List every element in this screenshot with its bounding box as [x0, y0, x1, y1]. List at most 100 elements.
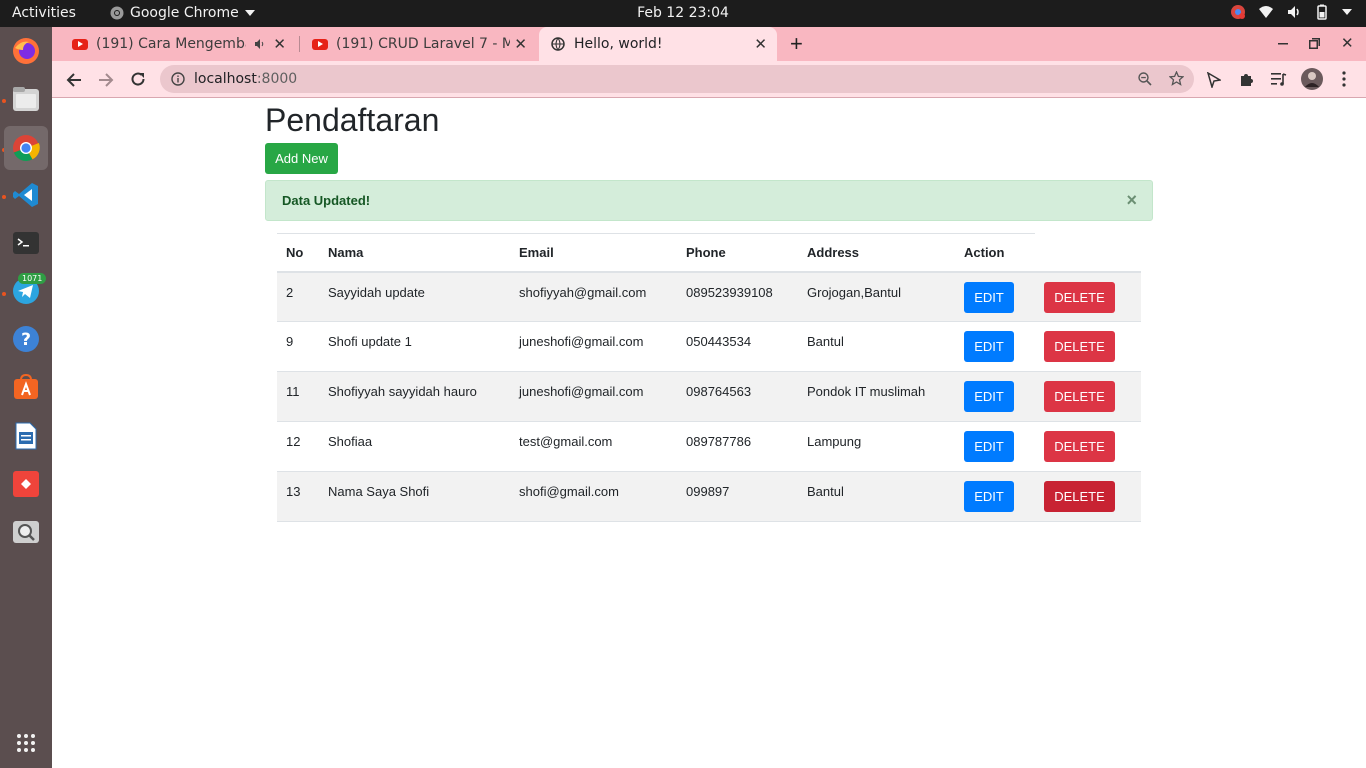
add-new-button[interactable]: Add New [265, 143, 338, 174]
column-header-nama: Nama [319, 233, 510, 273]
screenshot-icon [13, 521, 39, 543]
edit-button[interactable]: EDIT [964, 481, 1014, 512]
cell-email: test@gmail.com [519, 434, 613, 449]
tab-youtube-1[interactable]: (191) Cara Mengembar ✕ [64, 27, 296, 61]
system-menu-chevron-icon[interactable] [1342, 9, 1352, 15]
success-alert: Data Updated! × [265, 180, 1153, 221]
files-icon [13, 87, 39, 111]
dock-anydesk[interactable] [4, 462, 48, 506]
new-tab-button[interactable]: + [790, 31, 803, 57]
close-tab-icon[interactable]: ✕ [273, 35, 286, 53]
profile-avatar[interactable] [1301, 68, 1323, 90]
forward-icon[interactable] [98, 72, 114, 88]
chevron-down-icon [244, 10, 255, 16]
delete-button[interactable]: DELETE [1044, 481, 1115, 512]
delete-button[interactable]: DELETE [1044, 281, 1115, 313]
column-header-address: Address [798, 233, 955, 273]
show-applications[interactable] [4, 721, 48, 765]
dock-chrome[interactable] [4, 126, 48, 170]
table-row: 2 Sayyidah update shofiyyah@gmail.com 08… [277, 271, 1141, 322]
activities-button[interactable]: Activities [12, 5, 76, 21]
cell-address: Bantul [807, 334, 844, 349]
dock-vscode[interactable] [4, 173, 48, 217]
delete-button[interactable]: DELETE [1044, 431, 1115, 462]
page-viewport: Pendaftaran Add New Data Updated! × No N… [52, 98, 1366, 768]
edit-button[interactable]: EDIT [964, 431, 1014, 462]
close-tab-icon[interactable]: ✕ [754, 35, 767, 53]
dock: 1071 ? [0, 27, 52, 768]
volume-icon[interactable] [1286, 4, 1302, 20]
vscode-icon [13, 183, 38, 207]
cursor-extension-icon[interactable] [1207, 72, 1221, 88]
cell-no: 2 [286, 284, 294, 300]
site-info-icon[interactable] [171, 72, 185, 86]
app-menu[interactable]: Google Chrome [110, 5, 255, 21]
delete-button[interactable]: DELETE [1044, 381, 1115, 412]
table-header-row: No Nama Email Phone Address Action [277, 233, 1141, 273]
table-row: 12 Shofiaa test@gmail.com 089787786 Lamp… [277, 422, 1141, 472]
reload-icon[interactable] [130, 71, 146, 87]
dock-writer[interactable] [4, 414, 48, 458]
anydesk-icon [13, 471, 39, 497]
battery-icon[interactable] [1314, 4, 1330, 20]
cell-email: juneshofi@gmail.com [519, 334, 644, 349]
dock-terminal[interactable] [4, 221, 48, 265]
column-header-action: Action [955, 233, 1035, 273]
page-title: Pendaftaran [265, 102, 440, 138]
url-text: localhost:8000 [194, 71, 297, 87]
bookmark-star-icon[interactable] [1169, 71, 1184, 86]
extensions-icon[interactable] [1239, 71, 1255, 87]
writer-icon [15, 422, 37, 450]
telegram-badge: 1071 [18, 273, 47, 284]
cell-address: Pondok IT muslimah [807, 384, 926, 399]
column-header-email: Email [510, 233, 677, 273]
edit-button[interactable]: EDIT [964, 281, 1014, 313]
chrome-notification-icon[interactable] [1230, 4, 1246, 20]
table-row: 11 Shofiyyah sayyidah hauro juneshofi@gm… [277, 371, 1141, 422]
tab-hello-world[interactable]: Hello, world! ✕ [539, 27, 777, 61]
tab-title: Hello, world! [574, 36, 663, 52]
cell-phone: 099897 [686, 484, 730, 499]
app-menu-label: Google Chrome [130, 5, 239, 21]
clock[interactable]: Feb 12 23:04 [637, 5, 729, 21]
terminal-icon [13, 232, 39, 254]
registrations-table: No Nama Email Phone Address Action 2 Say… [277, 233, 1141, 522]
cell-email: shofiyyah@gmail.com [519, 284, 647, 300]
system-tray[interactable] [1230, 4, 1352, 20]
delete-button[interactable]: DELETE [1044, 331, 1115, 362]
close-tab-icon[interactable]: ✕ [514, 35, 527, 53]
edit-button[interactable]: EDIT [964, 381, 1014, 412]
dock-software[interactable] [4, 365, 48, 409]
table-row: 13 Nama Saya Shofi shofi@gmail.com 09989… [277, 471, 1141, 522]
edit-button[interactable]: EDIT [964, 331, 1014, 362]
firefox-icon [13, 38, 39, 64]
cell-address: Bantul [807, 484, 844, 499]
svg-text:?: ? [21, 330, 31, 350]
table-row: 9 Shofi update 1 juneshofi@gmail.com 050… [277, 322, 1141, 372]
back-icon[interactable] [66, 72, 82, 88]
media-control-icon[interactable] [1271, 72, 1287, 86]
minimize-icon[interactable] [1278, 43, 1288, 45]
dock-screenshot[interactable] [4, 510, 48, 554]
restore-icon[interactable] [1309, 38, 1320, 49]
more-menu-icon[interactable] [1342, 71, 1346, 87]
cell-nama: Shofiyyah sayyidah hauro [328, 384, 477, 399]
alert-close-icon[interactable]: × [1126, 190, 1137, 211]
dock-firefox[interactable] [4, 29, 48, 73]
dock-files[interactable] [4, 77, 48, 121]
tab-title: (191) Cara Mengembar [96, 36, 246, 52]
tab-title: (191) CRUD Laravel 7 - Mer [336, 36, 510, 52]
wifi-icon[interactable] [1258, 4, 1274, 20]
address-bar[interactable]: localhost:8000 [160, 65, 1194, 93]
cell-address: Lampung [807, 434, 862, 449]
audio-playing-icon[interactable] [254, 38, 266, 50]
dock-help[interactable]: ? [4, 317, 48, 361]
close-window-icon[interactable]: ✕ [1341, 34, 1354, 52]
tab-youtube-2[interactable]: (191) CRUD Laravel 7 - Mer ✕ [304, 27, 537, 61]
cell-nama: Nama Saya Shofi [328, 484, 430, 499]
tab-strip: (191) Cara Mengembar ✕ (191) CRUD Larave… [52, 27, 1366, 61]
software-center-icon [14, 374, 38, 399]
zoom-icon[interactable] [1138, 72, 1152, 86]
help-icon: ? [13, 326, 39, 352]
cell-email: shofi@gmail.com [519, 484, 619, 499]
